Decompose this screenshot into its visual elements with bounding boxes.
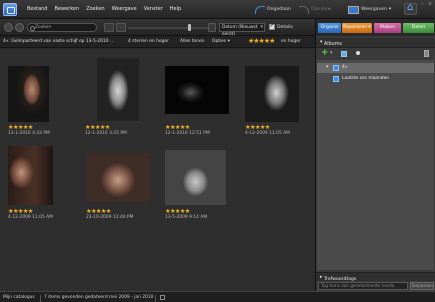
rating-filter-stars[interactable]: ★★★★★ [248, 37, 275, 45]
divider [40, 295, 41, 302]
photo-date: 12-1-2010 3:25 PM [85, 131, 127, 136]
redo-label: Opnieuw [311, 7, 332, 12]
photo-thumbnail[interactable] [245, 66, 299, 122]
rating-stars[interactable]: ★★★★★ [165, 124, 190, 131]
toolbar: Zoeken Datum (Nieuwst eerst) Details [0, 19, 315, 37]
pin-icon[interactable] [356, 51, 360, 55]
album-icon [333, 76, 339, 82]
album-label: 4» [342, 65, 348, 70]
edit-album-icon[interactable] [341, 51, 347, 57]
thumbnail-size-slider[interactable] [128, 27, 208, 29]
apply-tags-button[interactable]: Toepassen [410, 282, 434, 290]
search-input[interactable]: Zoeken [27, 23, 97, 32]
details-label: Details [277, 24, 293, 30]
rating-stars[interactable]: ★★★★★ [86, 208, 111, 215]
status-summary: 7 items gevonden gedateerd mei 2009 - ja… [44, 295, 154, 300]
photo-date: 23-10-2009 12:40 PM [86, 215, 134, 220]
menu-window[interactable]: Venster [144, 6, 163, 12]
tab-fix-label: Repareren [343, 25, 367, 30]
photo-thumbnail[interactable] [97, 58, 139, 121]
tags-header[interactable]: ▸ Trefwoordtags [316, 272, 435, 282]
photo-date: 13-5-2009 9:14 AM [165, 215, 208, 220]
album-item[interactable]: ▾ 4» [317, 63, 434, 73]
photo-date: 13-1-2010 4:43 PM [8, 131, 50, 136]
redo-icon [299, 5, 309, 14]
chevron-down-icon[interactable]: ▾ [330, 50, 333, 56]
options-button[interactable]: Opties ▾ [212, 39, 230, 44]
slider-thumb[interactable] [188, 24, 191, 31]
menu-items: Bestand Bewerken Zoeken Weergave Venster… [27, 6, 188, 12]
chevron-down-icon: ▾ [388, 7, 392, 12]
rating-stars[interactable]: ★★★★★ [85, 124, 110, 131]
albums-header[interactable]: ▾ Albums [316, 38, 435, 48]
menu-view[interactable]: Weergave [112, 6, 137, 12]
redo-button[interactable]: Opnieuw [299, 4, 331, 15]
grid-view-icon[interactable] [104, 23, 114, 32]
status-bar: Mijn catalogus 7 items gevonden gedateer… [0, 291, 435, 302]
albums-title-text: Albums [324, 42, 342, 47]
home-icon[interactable] [404, 2, 417, 15]
right-panel: Organis Repareren ▾ Maken Delen ▾ Albums… [315, 19, 435, 291]
tab-fix[interactable]: Repareren ▾ [342, 23, 372, 33]
photo-grid[interactable]: ★★★★★ 13-1-2010 4:43 PM ★★★★★ 12-1-2010 … [0, 49, 315, 291]
photo-date: 4-12-2009 11:05 AM [245, 131, 290, 136]
undo-label: Ongedaan [267, 7, 291, 12]
details-toggle[interactable]: Details [269, 23, 293, 30]
rating-stars[interactable]: ★★★★★ [8, 208, 33, 215]
photo-thumbnail[interactable] [86, 153, 150, 202]
album-icon [333, 65, 339, 71]
rating-stars[interactable]: ★★★★★ [245, 124, 270, 131]
close-icon[interactable]: × [428, 1, 432, 7]
minimize-icon[interactable]: – [421, 1, 424, 7]
details-checkbox[interactable] [269, 23, 275, 30]
tags-input[interactable]: Tag toms aan geselecteerde media [318, 282, 408, 290]
photo-thumbnail[interactable] [165, 66, 229, 114]
sort-select[interactable]: Datum (Nieuwst eerst) [219, 23, 265, 37]
back-arrow-icon[interactable] [4, 23, 13, 32]
options-label: Opties [212, 39, 227, 44]
rating-filter-label: en hoger [281, 39, 301, 44]
small-thumbs-icon[interactable] [116, 23, 126, 32]
albums-title: ▾ Albums [320, 40, 342, 47]
menu-bar: Bestand Bewerken Zoeken Weergave Venster… [0, 0, 435, 19]
tab-organize[interactable]: Organis [318, 23, 341, 33]
chevron-down-icon[interactable]: ▾ [326, 64, 329, 70]
trash-icon[interactable] [424, 50, 429, 57]
tab-share[interactable]: Delen [403, 23, 434, 33]
show-all-button[interactable]: Alles tonen [180, 39, 205, 44]
photo-thumbnail[interactable] [165, 150, 226, 205]
album-list: ▾ 4» Laatste zes maanden [317, 60, 434, 270]
tab-create[interactable]: Maken [374, 23, 401, 33]
menu-edit[interactable]: Bewerken [54, 6, 79, 12]
menu-find[interactable]: Zoeken [86, 6, 105, 12]
photo-thumbnail[interactable] [8, 66, 49, 122]
forward-arrow-icon[interactable] [15, 23, 24, 32]
divider [155, 295, 156, 302]
add-album-icon[interactable]: + [321, 49, 329, 58]
tags-title: ▸ Trefwoordtags [320, 275, 357, 282]
albums-toolbar: + ▾ [316, 48, 435, 59]
status-icon[interactable] [160, 295, 165, 300]
undo-icon [255, 5, 265, 14]
display-button[interactable]: Weergaven ▾ [348, 4, 391, 15]
app-logo-icon[interactable] [3, 3, 17, 16]
rating-stars[interactable]: ★★★★★ [8, 124, 33, 131]
photo-thumbnail[interactable] [8, 146, 53, 205]
undo-button[interactable]: Ongedaan [255, 4, 291, 15]
breadcrumb[interactable]: 4»: Geïmporteerd van vaste schijf op 13-… [3, 39, 114, 44]
photo-date: 4-12-2009 11:05 AM [8, 215, 53, 220]
display-label: Weergaven [361, 7, 387, 12]
filter-bar: 4»: Geïmporteerd van vaste schijf op 13-… [0, 36, 315, 48]
result-count: 4 sterren en hoger [128, 39, 169, 44]
mode-tabs: Organis Repareren ▾ Maken Delen [316, 19, 435, 36]
menu-help[interactable]: Help [170, 6, 181, 12]
album-item[interactable]: Laatste zes maanden [317, 74, 434, 84]
large-thumbs-icon[interactable] [208, 23, 216, 32]
catalog-name[interactable]: Mijn catalogus [3, 295, 35, 300]
menu-file[interactable]: Bestand [27, 6, 47, 12]
monitor-icon [348, 5, 359, 14]
album-label: Laatste zes maanden [342, 76, 390, 81]
photo-date: 12-1-2010 12:51 PM [165, 131, 210, 136]
rating-stars[interactable]: ★★★★★ [165, 208, 190, 215]
